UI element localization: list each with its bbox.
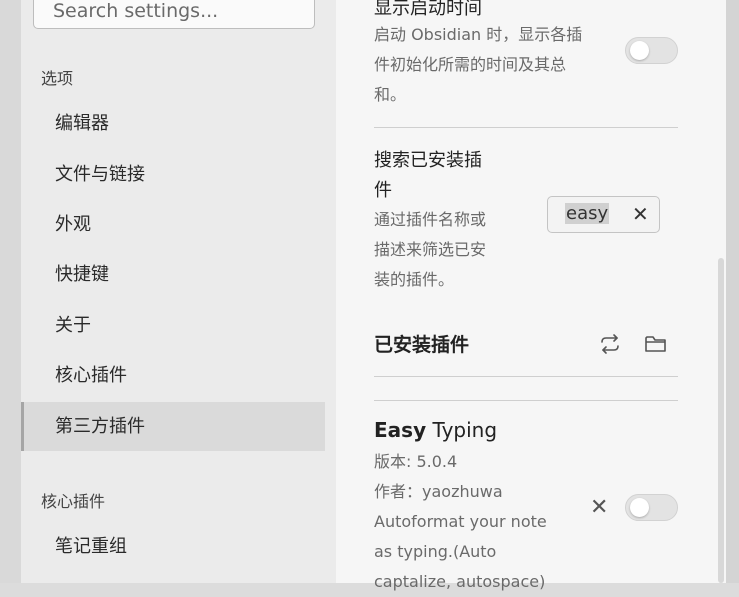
divider xyxy=(374,400,678,401)
sidebar-item-hotkeys[interactable]: 快捷键 xyxy=(21,253,325,297)
section-label-options: 选项 xyxy=(41,69,74,88)
plugin-details: 版本: 5.0.4 作者：yaozhuwa Autoformat your no… xyxy=(374,447,574,597)
search-installed-description-line: 通过插件名称或 xyxy=(374,210,487,229)
settings-search-field[interactable] xyxy=(33,0,315,29)
plugin-description-line: Autoformat your note xyxy=(374,512,547,531)
sidebar-item-core-plugins[interactable]: 核心插件 xyxy=(21,354,325,398)
folder-icon[interactable] xyxy=(644,333,668,355)
search-installed-title-line: 件 xyxy=(374,180,392,201)
startup-time-description-line: 启动 Obsidian 时，显示各插 xyxy=(374,25,583,44)
reload-icon[interactable] xyxy=(598,333,622,355)
installed-plugins-heading: 已安装插件 xyxy=(374,334,470,356)
toggle-knob xyxy=(630,498,649,517)
plugin-filter-value[interactable]: easy xyxy=(565,203,610,224)
sidebar-item-editor[interactable]: 编辑器 xyxy=(21,102,325,146)
search-installed-title-line: 搜索已安装插 xyxy=(374,150,482,171)
search-installed-title: 搜索已安装插 件 xyxy=(374,146,482,206)
startup-time-toggle[interactable] xyxy=(625,37,678,64)
search-installed-description-line: 装的插件。 xyxy=(374,270,455,289)
sidebar-item-about[interactable]: 关于 xyxy=(21,304,325,348)
plugin-name-bold: Easy xyxy=(374,418,427,442)
startup-time-title: 显示启动时间 xyxy=(374,0,482,19)
settings-search-input[interactable] xyxy=(51,0,315,29)
plugin-description-line: as typing.(Auto xyxy=(374,542,497,561)
close-icon[interactable]: ✕ xyxy=(632,202,649,226)
startup-time-description-line: 件初始化所需的时间及其总 xyxy=(374,55,567,74)
content-scrollbar[interactable] xyxy=(718,258,724,583)
sidebar-item-appearance[interactable]: 外观 xyxy=(21,203,325,247)
plugin-author: 作者：yaozhuwa xyxy=(374,482,503,501)
section-label-core-plugins: 核心插件 xyxy=(41,492,106,511)
uninstall-icon[interactable]: ✕ xyxy=(590,495,608,520)
window-edge xyxy=(726,0,739,583)
search-installed-description-line: 描述来筛选已安 xyxy=(374,240,487,259)
plugin-name-rest: Typing xyxy=(426,418,498,442)
divider xyxy=(374,376,678,377)
sidebar-item-files-links[interactable]: 文件与链接 xyxy=(21,153,325,197)
plugin-name: Easy Typing xyxy=(374,418,497,442)
toggle-knob xyxy=(630,41,649,60)
sidebar-item-note-composer[interactable]: 笔记重组 xyxy=(21,525,325,569)
plugin-filter-input[interactable]: easy ✕ xyxy=(547,196,660,233)
startup-time-description: 启动 Obsidian 时，显示各插 件初始化所需的时间及其总 和。 xyxy=(374,20,582,110)
search-installed-description: 通过插件名称或 描述来筛选已安 装的插件。 xyxy=(374,205,486,295)
plugin-enable-toggle[interactable] xyxy=(625,494,678,521)
plugin-version: 版本: 5.0.4 xyxy=(374,452,458,471)
startup-time-description-line: 和。 xyxy=(374,85,407,104)
divider xyxy=(374,127,678,128)
sidebar-item-community-plugins[interactable]: 第三方插件 xyxy=(21,402,325,451)
plugin-description-line: captalize, autospace) xyxy=(374,572,546,591)
